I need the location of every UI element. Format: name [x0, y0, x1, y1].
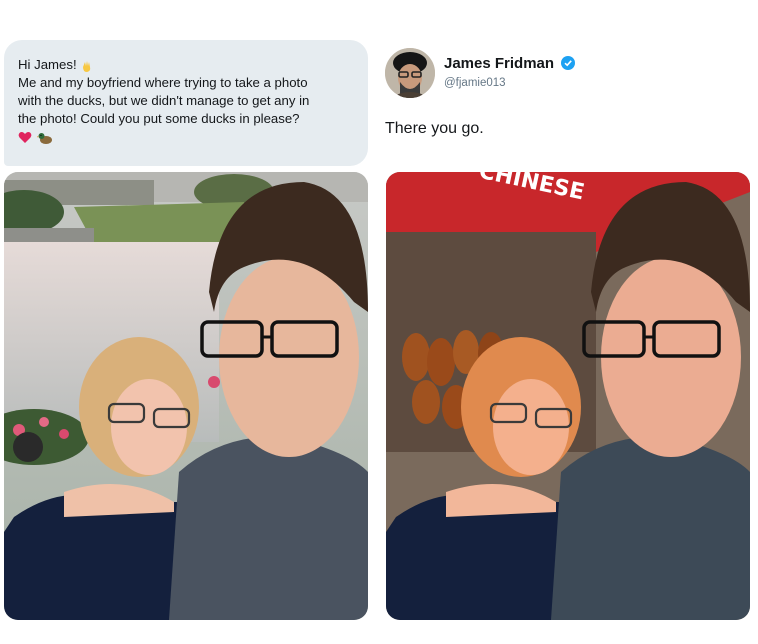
reply-text: There you go.: [385, 120, 484, 137]
duck-icon: [36, 132, 52, 144]
waving-hand-icon: [83, 60, 91, 72]
request-line-3: the photo! Could you put some ducks in p…: [18, 111, 300, 126]
avatar[interactable]: [385, 48, 435, 98]
reply-author-name[interactable]: James Fridman: [444, 55, 576, 72]
author-name-text[interactable]: James Fridman: [444, 55, 554, 72]
reply-author-handle[interactable]: @fjamie013: [444, 77, 506, 89]
red-heart-icon: [18, 132, 32, 144]
request-greeting: Hi James!: [18, 57, 77, 72]
request-line-2: with the ducks, but we didn't manage to …: [18, 93, 310, 108]
request-message-bubble: Hi James! Me and my boyfriend where tryi…: [4, 40, 368, 166]
edited-photo: CHINESE: [386, 172, 750, 620]
verified-badge-icon: [561, 56, 576, 70]
request-line-1: Me and my boyfriend where trying to take…: [18, 75, 308, 90]
original-photo: [4, 172, 368, 620]
